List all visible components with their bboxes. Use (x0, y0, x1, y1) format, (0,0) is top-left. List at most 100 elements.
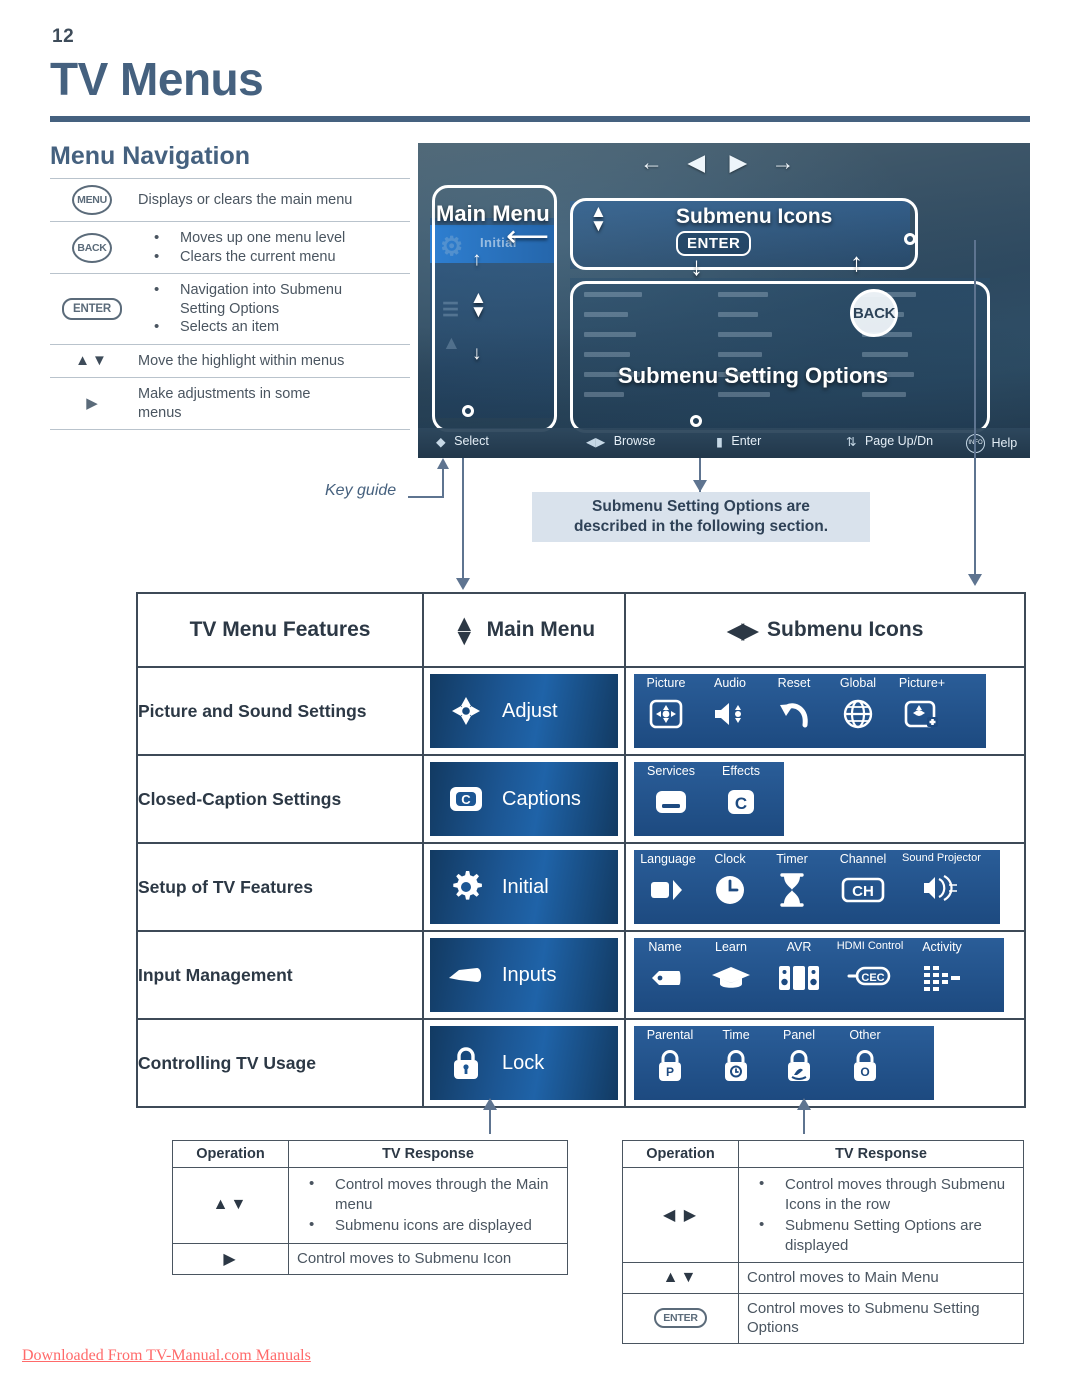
enter-bullet-list: Navigation into Submenu (138, 280, 408, 300)
padlock-icon (446, 1045, 486, 1081)
svg-text:C: C (461, 792, 471, 807)
submenu-item: Global (826, 674, 890, 748)
nav-row-back: BACK Moves up one menu level Clears the … (50, 221, 410, 274)
header-cell-submenu-icons: ◀▶ Submenu Icons (624, 592, 1026, 668)
op-bullet-list: Control moves through Submenu Icons in t… (747, 1174, 1015, 1255)
submenu-caption: Services (647, 764, 695, 778)
key-guide-label: Enter (731, 434, 762, 448)
submenu-icons-cell: Parental P Time Panel Other O (624, 1018, 1026, 1108)
header-main-menu-label: Main Menu (486, 618, 596, 641)
right-op-table-connector (803, 1106, 805, 1134)
op-header-response: TV Response (288, 1140, 568, 1168)
header-features-wrap: TV Menu Features (138, 618, 422, 642)
submenu-icons-cell: Services Effects C (624, 754, 1026, 844)
table-row: Closed-Caption Settings C Captions Servi… (136, 754, 1026, 844)
submenu-icon-strip: Name Learn AVR HDMI Control CEC Activity (634, 938, 1004, 1012)
picture-plus-icon (904, 694, 940, 734)
tv-screen-illustration: Initial ⚙ ☰ ▲ ← ◀ ▶ → Main Menu Submenu … (418, 143, 1030, 458)
feature-table-header-row: TV Menu Features ▲ ▼ Main Menu ◀▶ Submenu… (136, 592, 1026, 668)
note-line-1: Submenu Setting Options are (592, 497, 810, 515)
op-key-cell: ◀ ▶ (622, 1167, 739, 1263)
op-response-line: Control moves to Submenu Setting Options (738, 1292, 1024, 1344)
submenu-icon-strip: Language Clock Timer Channel CH Sound Pr… (634, 850, 1000, 924)
svg-text:CEC: CEC (861, 972, 884, 984)
main-menu-cell: Initial (422, 842, 626, 932)
table-row: ▶ Control moves to Submenu Icon (172, 1242, 568, 1275)
submenu-icons-cell: Name Learn AVR HDMI Control CEC Activity (624, 930, 1026, 1020)
main-menu-cell: Adjust (422, 666, 626, 756)
op-header-row: Operation TV Response (622, 1140, 1024, 1168)
feature-name: Picture and Sound Settings (136, 666, 424, 756)
submenu-caption: Name (648, 940, 682, 954)
nav-row-right: ▶ Make adjustments in some menus (50, 377, 410, 430)
submenu-caption: Activity (922, 940, 962, 954)
submenu-caption: Clock (714, 852, 746, 866)
submenu-caption: Picture (646, 676, 686, 690)
main-menu-chip: C Captions (430, 762, 618, 836)
tv-updown-arrows-main: ↑ (472, 249, 482, 270)
nav-text-line: Moves up one menu level (138, 228, 408, 248)
main-menu-label: Inputs (502, 963, 557, 986)
language-speech-icon (649, 870, 687, 910)
table-row: Controlling TV Usage Lock Parental P Tim… (136, 1018, 1026, 1108)
tv-down-arrow-main: ↓ (472, 343, 482, 364)
nav-text-line: menus (138, 404, 182, 421)
right-arrow-icon: ▶ (223, 1250, 238, 1268)
submenu-caption: Audio (714, 676, 746, 690)
op-bullet-list: Control moves through the Main menu Subm… (297, 1174, 559, 1236)
header-features-label: TV Menu Features (189, 618, 371, 641)
op-response-line: Submenu icons are displayed (297, 1215, 559, 1236)
key-guide-enter: ▮ Enter (716, 434, 761, 449)
up-down-arrows-icon: ▲▼ (662, 1268, 699, 1286)
key-guide-page: ⇅ Page Up/Dn (846, 434, 933, 449)
callout-setting-options-box (570, 281, 990, 433)
svg-text:CH: CH (852, 883, 874, 900)
lock-o-icon: O (851, 1046, 879, 1086)
tv-key-guide-bar: ◆ Select ◀▶ Browse ▮ Enter ⇅ Page Up/Dn … (418, 428, 1030, 458)
submenu-item: Panel (766, 1026, 832, 1100)
tv-left-arrow-to-main: ⟵ (506, 220, 549, 253)
submenu-caption: Language (640, 852, 696, 866)
globe-icon (842, 694, 874, 734)
submenu-icons-cell: Language Clock Timer Channel CH Sound Pr… (624, 842, 1026, 932)
setting-options-connector-arrowhead (693, 480, 707, 492)
op-key-cell: ▲▼ (622, 1262, 739, 1294)
back-bullet-list: Moves up one menu level Clears the curre… (138, 228, 408, 266)
nav-text-line: Navigation into Submenu (138, 280, 408, 300)
activity-bars-icon (922, 958, 962, 998)
anchor-dot-main-menu (462, 405, 474, 417)
table-row: ▲▼ Control moves to Main Menu (622, 1262, 1024, 1294)
header-main-menu-wrap: ▲ ▼ Main Menu (424, 611, 624, 649)
op-header-row: Operation TV Response (172, 1140, 568, 1168)
channel-ch-icon: CH (841, 870, 885, 910)
submenu-item: AVR (766, 938, 832, 1012)
left-right-arrows-icon: ◀ ▶ (662, 1207, 699, 1224)
header-cell-main-menu: ▲ ▼ Main Menu (422, 592, 626, 668)
submenu-caption: Other (849, 1028, 881, 1042)
submenu-caption: Learn (715, 940, 747, 954)
table-row: Picture and Sound Settings Adjust Pictur… (136, 666, 1026, 756)
operation-table-submenu: Operation TV Response ◀ ▶ Control moves … (622, 1140, 1024, 1344)
cec-plug-icon: CEC (847, 956, 893, 996)
lock-clock-icon (722, 1046, 750, 1086)
table-row: Setup of TV Features Initial Language Cl… (136, 842, 1026, 932)
key-guide-select: ◆ Select (436, 434, 489, 449)
submenu-caption: Global (839, 676, 877, 690)
feature-name: Setup of TV Features (136, 842, 424, 932)
submenu-caption: Picture+ (898, 676, 946, 690)
nav-text-line: Make adjustments in some (138, 386, 311, 403)
submenu-icons-column-connector (974, 240, 976, 580)
tv-enter-badge: ENTER (676, 231, 752, 256)
back-key-cell: BACK (50, 222, 134, 274)
menu-key-cell: MENU (50, 179, 134, 222)
submenu-caption: AVR (786, 940, 812, 954)
table-row: ▲▼ Control moves through the Main menu S… (172, 1167, 568, 1244)
submenu-caption: Reset (777, 676, 811, 690)
submenu-item: Audio (698, 674, 762, 748)
dpad-icon: ◆ (436, 435, 446, 450)
undo-arrow-icon (777, 694, 811, 734)
callout-setting-options-label: Submenu Setting Options (618, 363, 889, 388)
back-button-icon: BACK (72, 232, 112, 263)
main-menu-column-connector (462, 458, 464, 580)
key-guide-label: Help (991, 435, 1018, 450)
